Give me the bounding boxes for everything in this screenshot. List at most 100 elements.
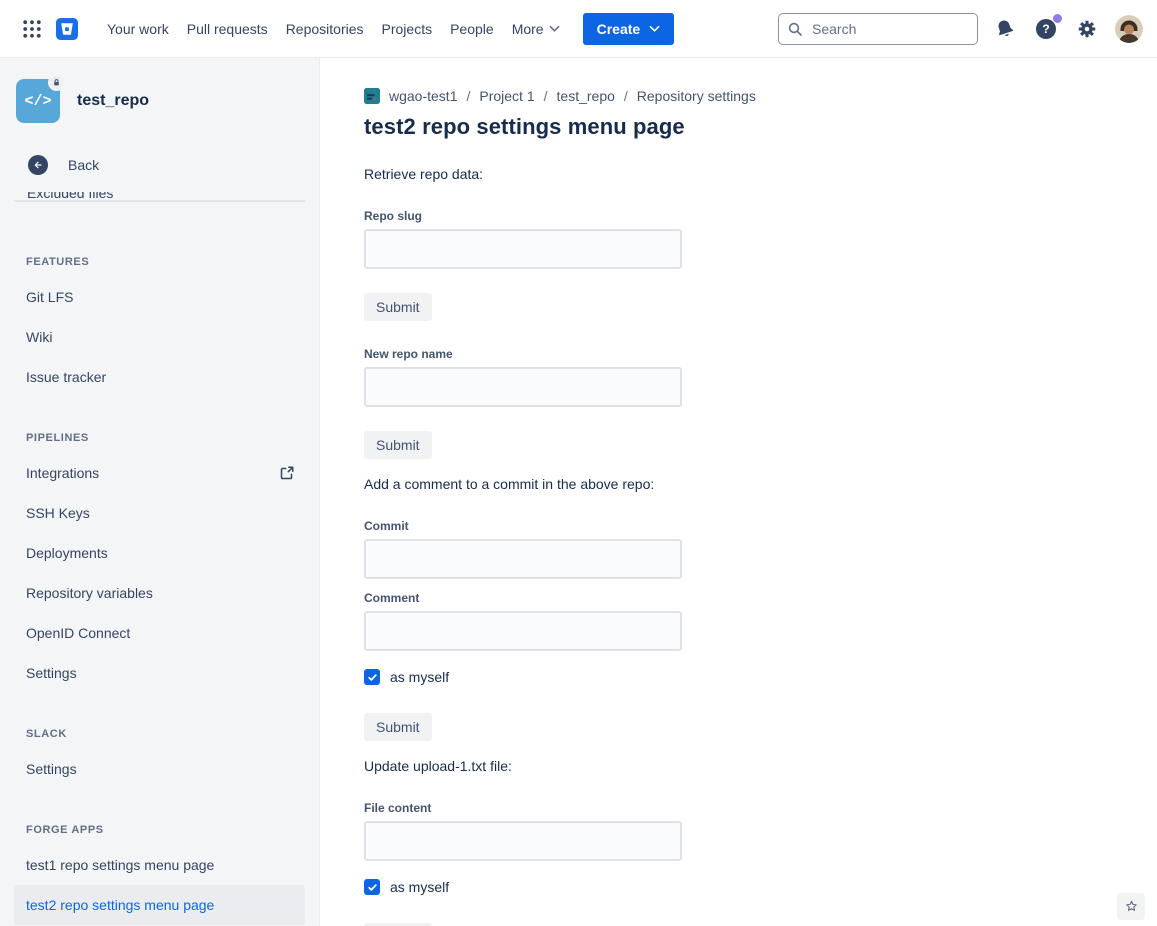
repo-name: test_repo	[77, 92, 149, 110]
repo-avatar-glyph: </>	[24, 93, 51, 110]
sidebar-item-label: Settings	[26, 761, 77, 777]
field-commit: Commit	[364, 519, 682, 579]
field-new-repo-name: New repo name	[364, 347, 682, 407]
create-label: Create	[597, 21, 641, 37]
repo-slug-label: Repo slug	[364, 209, 682, 223]
sidebar-item-label: Issue tracker	[26, 369, 106, 385]
sidebar-item-label: test2 repo settings menu page	[26, 897, 214, 913]
sidebar-item-issue-tracker[interactable]: Issue tracker	[14, 357, 305, 397]
checkbox-label: as myself	[390, 669, 449, 685]
sidebar-item-label: SSH Keys	[26, 505, 90, 521]
breadcrumb-separator: /	[624, 88, 628, 104]
field-comment: Comment	[364, 591, 682, 651]
sidebar-item-label: Integrations	[26, 465, 99, 481]
as-myself-checkbox[interactable]	[364, 669, 380, 685]
clipped-sidebar-item[interactable]: Excluded files	[14, 192, 305, 210]
arrow-left-icon	[28, 155, 48, 175]
nav-item-people[interactable]: People	[441, 15, 503, 43]
sidebar-item-label: test1 repo settings menu page	[26, 857, 214, 873]
section-text-update-upload-1-txt-file: Update upload-1.txt file:	[364, 758, 682, 775]
svg-text:?: ?	[1042, 22, 1049, 36]
repo-avatar: </>	[16, 79, 60, 123]
sidebar-item-openid-connect[interactable]: OpenID Connect	[14, 613, 305, 653]
sidebar-item-label: Deployments	[26, 545, 108, 561]
form-blocks: Retrieve repo data: Repo slug Submit New re…	[364, 166, 682, 926]
bitbucket-logo-icon[interactable]	[56, 18, 78, 40]
sidebar-section-title: SLACK	[0, 728, 319, 740]
more-menu-button[interactable]: More	[503, 15, 569, 43]
primary-nav: Your workPull requestsRepositoriesProjec…	[98, 15, 503, 43]
breadcrumb-link-project-1[interactable]: Project 1	[479, 88, 534, 104]
comment-label: Comment	[364, 591, 682, 605]
submit-button[interactable]: Submit	[364, 293, 432, 321]
star-icon	[1124, 899, 1139, 914]
breadcrumb-separator: /	[466, 88, 470, 104]
user-avatar[interactable]	[1115, 15, 1143, 43]
sidebar-item-test1-repo-settings-menu-page[interactable]: test1 repo settings menu page	[14, 845, 305, 885]
breadcrumb-items: wgao-test1 / Project 1 / test_repo / Repositor…	[389, 88, 756, 104]
back-label: Back	[68, 157, 99, 173]
commit-label: Commit	[364, 519, 682, 533]
create-button[interactable]: Create	[583, 13, 675, 45]
section-text-add-a-comment-to-a-commi: Add a comment to a commit in the above r…	[364, 476, 682, 493]
submit-button[interactable]: Submit	[364, 713, 432, 741]
sidebar-item-settings[interactable]: Settings	[14, 653, 305, 693]
new-repo-name-input[interactable]	[364, 367, 682, 407]
sidebar-item-settings[interactable]: Settings	[14, 749, 305, 789]
breadcrumb: wgao-test1 / Project 1 / test_repo / Repositor…	[364, 86, 1157, 106]
search-input[interactable]	[810, 20, 969, 38]
more-label: More	[512, 21, 544, 37]
breadcrumb-separator: /	[544, 88, 548, 104]
settings-gear-icon[interactable]	[1073, 15, 1101, 43]
sidebar-item-ssh-keys[interactable]: SSH Keys	[14, 493, 305, 533]
comment-input[interactable]	[364, 611, 682, 651]
sidebar-section-title: FORGE APPS	[0, 824, 319, 836]
sidebar-item-test2-repo-settings-menu-page[interactable]: test2 repo settings menu page	[14, 885, 305, 925]
sidebar-section-title: FEATURES	[0, 256, 319, 268]
sidebar-item-repository-variables[interactable]: Repository variables	[14, 573, 305, 613]
breadcrumb-link-wgao-test1[interactable]: wgao-test1	[389, 88, 457, 104]
sidebar-sections: FEATURES Git LFS Wiki Issue tracker PIPELINE…	[0, 256, 319, 925]
submit-button[interactable]: Submit	[364, 431, 432, 459]
feedback-star-button[interactable]	[1117, 893, 1145, 920]
breadcrumb-link-repository-settings[interactable]: Repository settings	[637, 88, 756, 104]
sidebar-item-label: Wiki	[26, 329, 52, 345]
as-myself-checkbox[interactable]	[364, 879, 380, 895]
checkbox-row-as-myself: as myself	[364, 879, 682, 895]
search-box[interactable]	[778, 13, 978, 45]
sidebar-section-features: FEATURES Git LFS Wiki Issue tracker	[0, 256, 319, 397]
sidebar-item-label: Excluded files	[27, 192, 113, 201]
back-button[interactable]: Back	[28, 155, 319, 175]
sidebar-item-git-lfs[interactable]: Git LFS	[14, 277, 305, 317]
sidebar-item-wiki[interactable]: Wiki	[14, 317, 305, 357]
field-file-content: File content	[364, 801, 682, 861]
repo-slug-input[interactable]	[364, 229, 682, 269]
external-link-icon	[279, 465, 295, 481]
sidebar-item-label: OpenID Connect	[26, 625, 130, 641]
notifications-bell-icon[interactable]	[991, 15, 1019, 43]
sidebar-item-integrations[interactable]: Integrations	[14, 453, 305, 493]
new-repo-name-label: New repo name	[364, 347, 682, 361]
app-switcher-icon[interactable]	[20, 17, 44, 41]
file-content-label: File content	[364, 801, 682, 815]
help-icon[interactable]: ?	[1032, 15, 1060, 43]
nav-item-pull-requests[interactable]: Pull requests	[178, 15, 277, 43]
sidebar-section-forge-apps: FORGE APPS test1 repo settings menu page t…	[0, 824, 319, 925]
lock-icon	[48, 74, 65, 91]
checkbox-label: as myself	[390, 879, 449, 895]
sidebar-item-label: Repository variables	[26, 585, 153, 601]
file-content-input[interactable]	[364, 821, 682, 861]
section-text-retrieve-repo-data: Retrieve repo data:	[364, 166, 682, 183]
nav-item-repositories[interactable]: Repositories	[277, 15, 373, 43]
sidebar-section-title: PIPELINES	[0, 432, 319, 444]
nav-item-projects[interactable]: Projects	[373, 15, 442, 43]
breadcrumb-link-test-repo[interactable]: test_repo	[557, 88, 615, 104]
sidebar-item-deployments[interactable]: Deployments	[14, 533, 305, 573]
nav-item-your-work[interactable]: Your work	[98, 15, 178, 43]
commit-input[interactable]	[364, 539, 682, 579]
sidebar: </> test_repo Back Excluded files	[0, 58, 320, 926]
chevron-down-icon	[549, 25, 560, 33]
repo-header: </> test_repo	[0, 58, 319, 123]
sidebar-item-label: Settings	[26, 665, 77, 681]
main-content: wgao-test1 / Project 1 / test_repo / Repositor…	[320, 58, 1157, 926]
